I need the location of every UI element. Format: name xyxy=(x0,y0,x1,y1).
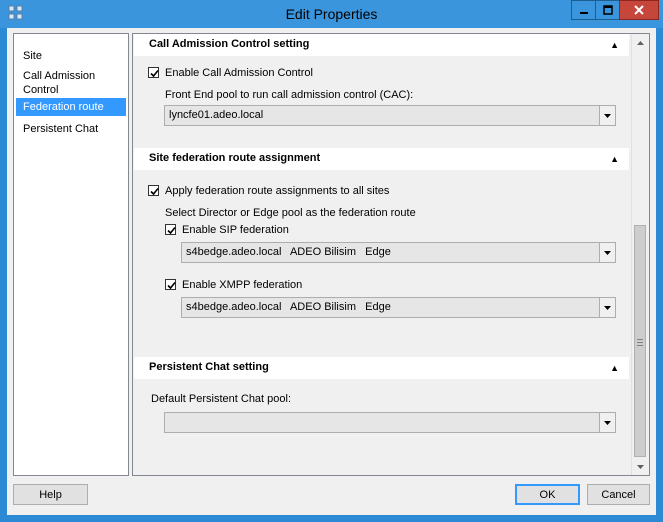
scroll-down-button[interactable] xyxy=(632,459,648,475)
dropdown-value: s4bedge.adeo.local ADEO Bilisim Edge xyxy=(186,246,391,258)
minimize-icon xyxy=(579,12,588,14)
sip-pool-dropdown[interactable]: s4bedge.adeo.local ADEO Bilisim Edge xyxy=(181,242,616,263)
cancel-button[interactable]: Cancel xyxy=(587,484,650,505)
window-title: Edit Properties xyxy=(285,6,378,22)
section-title: Persistent Chat setting xyxy=(149,361,269,373)
chevron-down-icon xyxy=(604,420,611,425)
dropdown-button[interactable] xyxy=(599,106,615,125)
help-button[interactable]: Help xyxy=(13,484,88,505)
dropdown-value: s4bedge.adeo.local ADEO Bilisim Edge xyxy=(186,301,391,313)
select-pool-label: Select Director or Edge pool as the fede… xyxy=(165,207,416,219)
properties-panel: Call Admission Control setting ▲ Enable … xyxy=(132,33,650,476)
collapse-icon[interactable]: ▲ xyxy=(610,363,619,373)
pchat-pool-dropdown[interactable] xyxy=(164,412,616,433)
enable-cac-checkbox[interactable] xyxy=(148,67,159,78)
dropdown-button[interactable] xyxy=(599,243,615,262)
dialog-client-area: Site Call Admission Control Federation r… xyxy=(7,28,656,515)
enable-sip-checkbox[interactable] xyxy=(165,224,176,235)
chevron-down-icon xyxy=(604,305,611,310)
vertical-scrollbar[interactable] xyxy=(631,35,648,475)
dropdown-button[interactable] xyxy=(599,298,615,317)
enable-xmpp-checkbox[interactable] xyxy=(165,279,176,290)
persistent-chat-section-header[interactable]: Persistent Chat setting ▲ xyxy=(134,357,629,379)
enable-sip-label: Enable SIP federation xyxy=(182,224,289,236)
federation-section-header[interactable]: Site federation route assignment ▲ xyxy=(134,148,629,170)
nav-item-persistent-chat[interactable]: Persistent Chat xyxy=(16,120,126,138)
cac-pool-dropdown[interactable]: lyncfe01.adeo.local xyxy=(164,105,616,126)
section-title: Call Admission Control setting xyxy=(149,38,310,50)
check-icon xyxy=(150,187,159,196)
apply-all-sites-checkbox[interactable] xyxy=(148,185,159,196)
scroll-up-button[interactable] xyxy=(632,35,648,51)
close-button[interactable] xyxy=(619,0,659,20)
nav-item-federation-route[interactable]: Federation route xyxy=(16,98,126,116)
enable-cac-label: Enable Call Admission Control xyxy=(165,67,313,79)
check-icon xyxy=(167,281,176,290)
title-bar[interactable]: Edit Properties xyxy=(0,0,663,28)
check-icon xyxy=(150,69,159,78)
collapse-icon[interactable]: ▲ xyxy=(610,154,619,164)
nav-item-call-admission-control[interactable]: Call Admission Control xyxy=(16,67,126,99)
maximize-button[interactable] xyxy=(595,0,620,20)
chevron-down-icon xyxy=(604,113,611,118)
ok-button[interactable]: OK xyxy=(515,484,580,505)
section-title: Site federation route assignment xyxy=(149,152,321,164)
xmpp-pool-dropdown[interactable]: s4bedge.adeo.local ADEO Bilisim Edge xyxy=(181,297,616,318)
chevron-up-icon xyxy=(636,41,644,45)
enable-xmpp-label: Enable XMPP federation xyxy=(182,279,303,291)
chevron-down-icon xyxy=(636,465,644,469)
maximize-icon xyxy=(602,5,613,15)
close-icon xyxy=(634,5,644,15)
navigation-list: Site Call Admission Control Federation r… xyxy=(13,33,129,476)
cac-section-header[interactable]: Call Admission Control setting ▲ xyxy=(134,34,629,56)
nav-item-site[interactable]: Site xyxy=(16,47,126,65)
check-icon xyxy=(167,226,176,235)
minimize-button[interactable] xyxy=(571,0,596,20)
chevron-down-icon xyxy=(604,250,611,255)
dropdown-button[interactable] xyxy=(599,413,615,432)
dropdown-value: lyncfe01.adeo.local xyxy=(169,109,264,121)
apply-all-sites-label: Apply federation route assignments to al… xyxy=(165,185,390,197)
pchat-pool-label: Default Persistent Chat pool: xyxy=(151,393,292,405)
grip-icon xyxy=(637,339,643,348)
scroll-thumb[interactable] xyxy=(634,225,646,457)
cac-pool-label: Front End pool to run call admission con… xyxy=(165,89,414,101)
edit-properties-window: Edit Properties Site Call Admission Cont… xyxy=(0,0,663,522)
collapse-icon[interactable]: ▲ xyxy=(610,40,619,50)
